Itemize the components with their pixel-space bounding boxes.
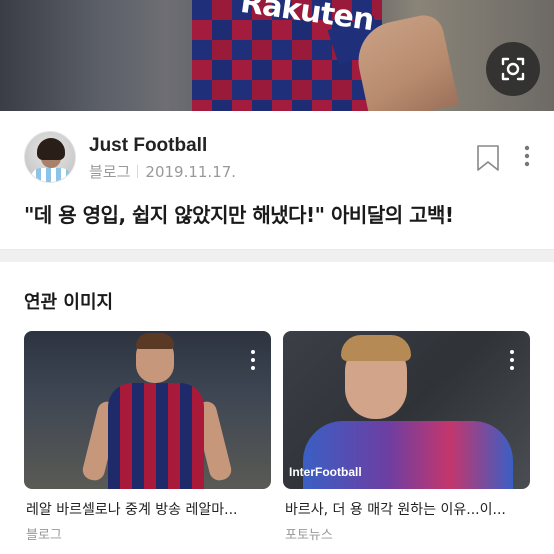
- post-source: 블로그: [89, 163, 131, 181]
- post-title[interactable]: "데 용 영입, 쉽지 않았지만 해냈다!" 아비달의 고백!: [24, 199, 454, 228]
- thumbnail-watermark: InterFootball: [289, 465, 362, 479]
- meta-separator: [137, 165, 139, 178]
- avatar[interactable]: [24, 131, 76, 183]
- related-image-source: 블로그: [26, 528, 62, 543]
- related-images-title: 연관 이미지: [24, 292, 114, 313]
- post-meta: 블로그 2019.11.17.: [89, 161, 236, 182]
- more-options-button[interactable]: [518, 144, 536, 168]
- related-image-thumbnail[interactable]: [24, 331, 271, 489]
- bookmark-icon: [477, 145, 499, 171]
- hero-image[interactable]: Rakuten: [0, 0, 554, 111]
- related-image-source: 포토뉴스: [285, 528, 333, 543]
- post-header: Just Football 블로그 2019.11.17. "데 용 영입, 쉽…: [0, 111, 554, 249]
- more-vertical-icon[interactable]: [507, 349, 517, 371]
- more-vertical-icon: [524, 145, 530, 167]
- related-image-caption[interactable]: 바르사, 더 용 매각 원하는 이유...이...: [285, 499, 530, 519]
- author-name[interactable]: Just Football: [89, 135, 207, 157]
- page: Rakuten Just Football 블로그 2019.11.17. "데…: [0, 0, 554, 554]
- related-image-card[interactable]: InterFootball 바르사, 더 용 매각 원하는 이유...이... …: [283, 331, 530, 553]
- related-image-thumbnail[interactable]: InterFootball: [283, 331, 530, 489]
- related-image-card[interactable]: 레알 바르셀로나 중계 방송 레알마... 블로그: [24, 331, 271, 553]
- bookmark-button[interactable]: [476, 144, 500, 172]
- camera-search-icon: [501, 57, 525, 81]
- related-image-caption[interactable]: 레알 바르셀로나 중계 방송 레알마...: [26, 499, 271, 519]
- section-divider: [0, 249, 554, 262]
- post-date: 2019.11.17.: [145, 162, 237, 181]
- camera-search-button[interactable]: [486, 42, 540, 96]
- more-vertical-icon[interactable]: [248, 349, 258, 371]
